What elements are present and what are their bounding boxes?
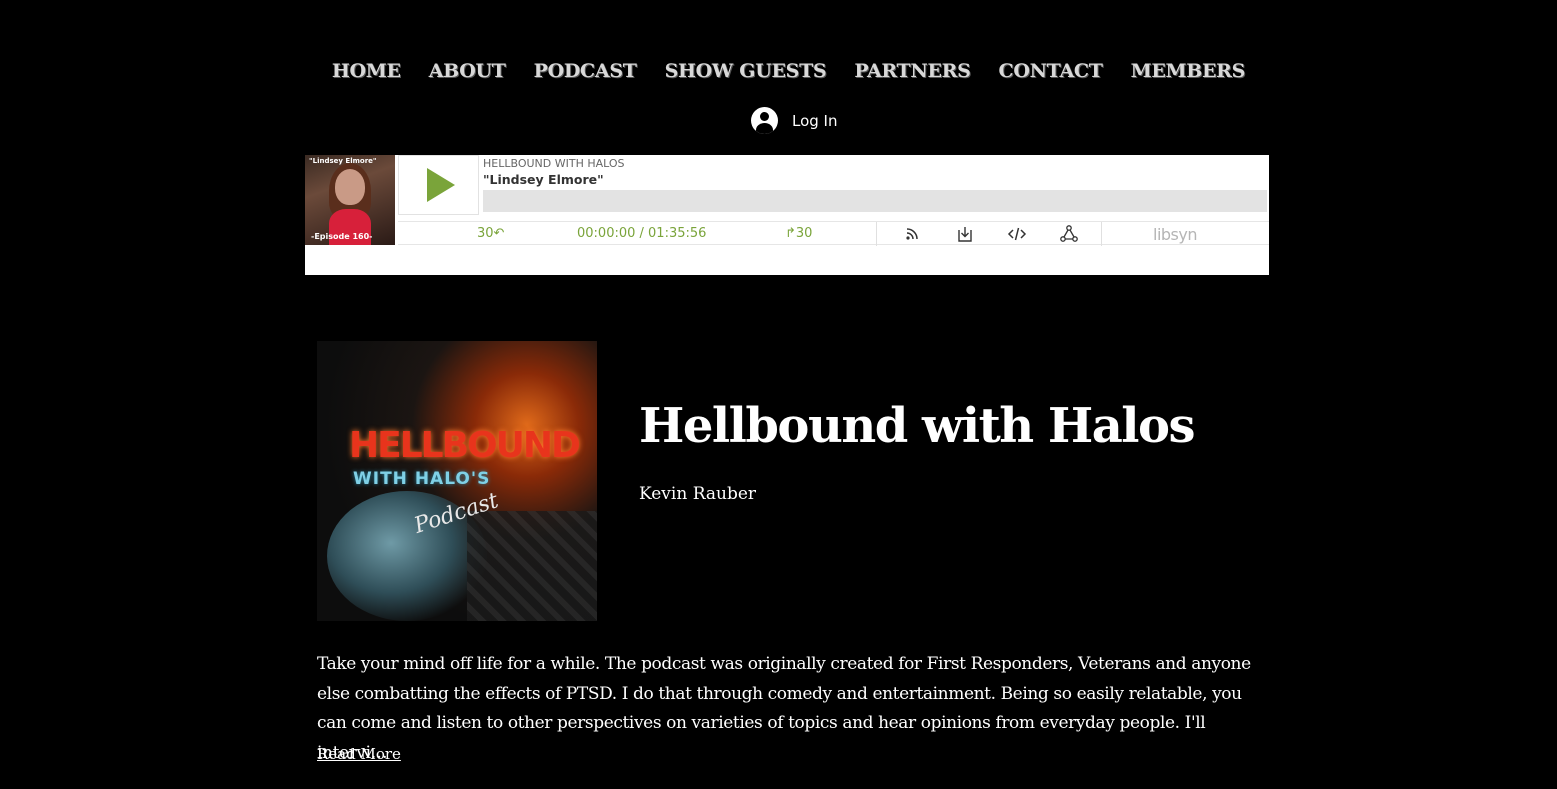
podcast-title: Hellbound with Halos — [639, 398, 1196, 454]
nav-item-partners[interactable]: PARTNERS — [840, 56, 984, 88]
user-avatar-icon — [751, 107, 778, 134]
thumbnail-face-shape — [335, 169, 365, 205]
player-controls: 30↶ 00:00:00 / 01:35:56 ↱30 libsyn — [398, 221, 1269, 246]
play-button[interactable] — [398, 155, 479, 215]
podcast-cover-art: HELLBOUND WITH HALO'S Podcast — [317, 341, 597, 621]
download-icon[interactable] — [955, 224, 975, 244]
rss-icon[interactable] — [902, 224, 922, 244]
play-icon — [426, 168, 455, 202]
login-button[interactable]: Log In — [751, 107, 838, 134]
rewind-30-button[interactable]: 30↶ — [477, 226, 504, 241]
player-show-name: HELLBOUND WITH HALOS — [483, 157, 625, 170]
playback-time: 00:00:00 / 01:35:56 — [577, 226, 707, 241]
main-nav: HOME ABOUT PODCAST SHOW GUESTS PARTNERS … — [0, 56, 1557, 88]
podcast-author: Kevin Rauber — [639, 484, 757, 504]
episode-thumbnail: "Lindsey Elmore" -Episode 160- — [305, 155, 395, 245]
nav-item-contact[interactable]: CONTACT — [985, 56, 1117, 88]
thumbnail-guest-name: "Lindsey Elmore" — [309, 157, 377, 165]
progress-bar[interactable] — [483, 190, 1267, 212]
forward-30-button[interactable]: ↱30 — [785, 226, 812, 241]
login-label: Log In — [792, 111, 838, 130]
cover-title-line1: HELLBOUND — [349, 425, 581, 466]
read-more-link[interactable]: Read More — [317, 745, 401, 763]
share-icon[interactable] — [1059, 224, 1079, 244]
nav-item-podcast[interactable]: PODCAST — [520, 56, 651, 88]
thumbnail-episode-number: -Episode 160- — [311, 232, 373, 241]
nav-list: HOME ABOUT PODCAST SHOW GUESTS PARTNERS … — [332, 56, 1259, 88]
controls-divider — [1101, 222, 1102, 246]
controls-divider — [876, 222, 877, 246]
libsyn-logo[interactable]: libsyn — [1153, 225, 1198, 244]
cover-title-line2: WITH HALO'S — [353, 469, 491, 489]
nav-item-home[interactable]: HOME — [332, 56, 415, 88]
player-episode-title: "Lindsey Elmore" — [483, 172, 604, 187]
audio-player: "Lindsey Elmore" -Episode 160- HELLBOUND… — [305, 155, 1269, 275]
nav-item-members[interactable]: MEMBERS — [1117, 56, 1260, 88]
nav-item-show-guests[interactable]: SHOW GUESTS — [651, 56, 841, 88]
nav-item-about[interactable]: ABOUT — [415, 56, 520, 88]
podcast-description: Take your mind off life for a while. The… — [317, 654, 1251, 763]
embed-code-icon[interactable] — [1007, 224, 1027, 244]
cover-rocks — [467, 511, 597, 621]
